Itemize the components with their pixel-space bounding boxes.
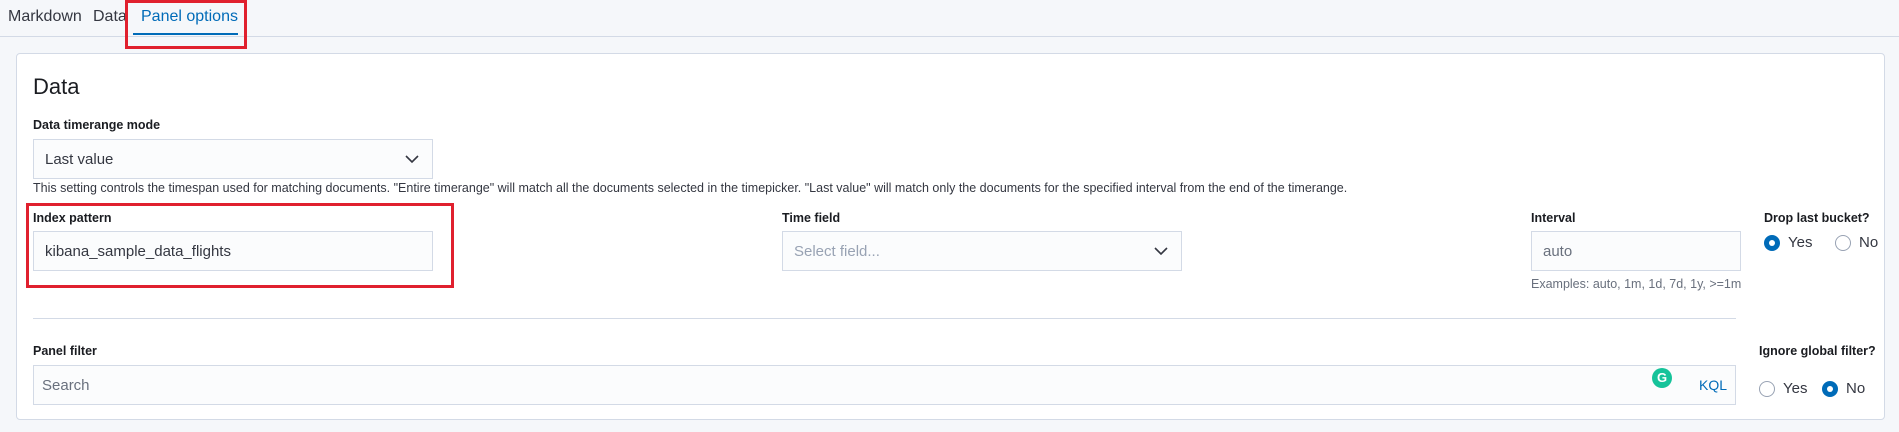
index-pattern-input[interactable]: kibana_sample_data_flights [33, 231, 433, 271]
ignore-global-filter-no-radio[interactable] [1822, 381, 1838, 397]
ignore-global-filter-yes-radio[interactable] [1759, 381, 1775, 397]
interval-placeholder: auto [1543, 243, 1573, 260]
drop-last-bucket-yes-label: Yes [1788, 234, 1813, 251]
drop-last-bucket-no-radio[interactable] [1835, 235, 1851, 251]
timerange-select[interactable]: Last value [33, 139, 433, 179]
panel-filter-placeholder: Search [42, 377, 90, 394]
tab-panel-options[interactable]: Panel options [141, 8, 238, 26]
index-pattern-value: kibana_sample_data_flights [45, 243, 231, 260]
ignore-global-filter-no-label: No [1846, 380, 1866, 397]
time-field-select[interactable]: Select field... [782, 231, 1182, 271]
time-field-placeholder: Select field... [794, 243, 880, 260]
interval-input[interactable]: auto [1531, 231, 1741, 271]
tab-markdown[interactable]: Markdown [8, 8, 82, 26]
active-tab-indicator [133, 33, 238, 35]
interval-label: Interval [1531, 211, 1576, 225]
chevron-down-icon [405, 155, 419, 164]
divider [33, 318, 1736, 319]
timerange-label: Data timerange mode [33, 118, 161, 132]
section-title: Data [33, 74, 80, 99]
chevron-down-icon [1154, 247, 1168, 256]
panel-filter-label: Panel filter [33, 344, 97, 358]
kql-toggle[interactable]: KQL [1699, 377, 1727, 393]
ignore-global-filter-radios: Yes No [1759, 380, 1889, 400]
drop-last-bucket-yes-radio[interactable] [1764, 235, 1780, 251]
tab-bar: Markdown Data Panel options [0, 0, 1899, 37]
drop-last-bucket-no-label: No [1859, 234, 1879, 251]
ignore-global-filter-yes-label: Yes [1783, 380, 1808, 397]
panel-filter-input[interactable]: Search [33, 365, 1736, 405]
grammarly-icon[interactable] [1652, 368, 1672, 388]
timerange-help: This setting controls the timespan used … [33, 181, 1348, 195]
ignore-global-filter-label: Ignore global filter? [1759, 344, 1876, 358]
drop-last-bucket-label: Drop last bucket? [1764, 211, 1870, 225]
tab-data[interactable]: Data [93, 8, 127, 26]
time-field-label: Time field [782, 211, 841, 225]
interval-help: Examples: auto, 1m, 1d, 7d, 1y, >=1m [1531, 277, 1742, 291]
index-pattern-label: Index pattern [33, 211, 112, 225]
timerange-value: Last value [45, 151, 114, 168]
drop-last-bucket-radios: Yes No [1764, 234, 1894, 254]
